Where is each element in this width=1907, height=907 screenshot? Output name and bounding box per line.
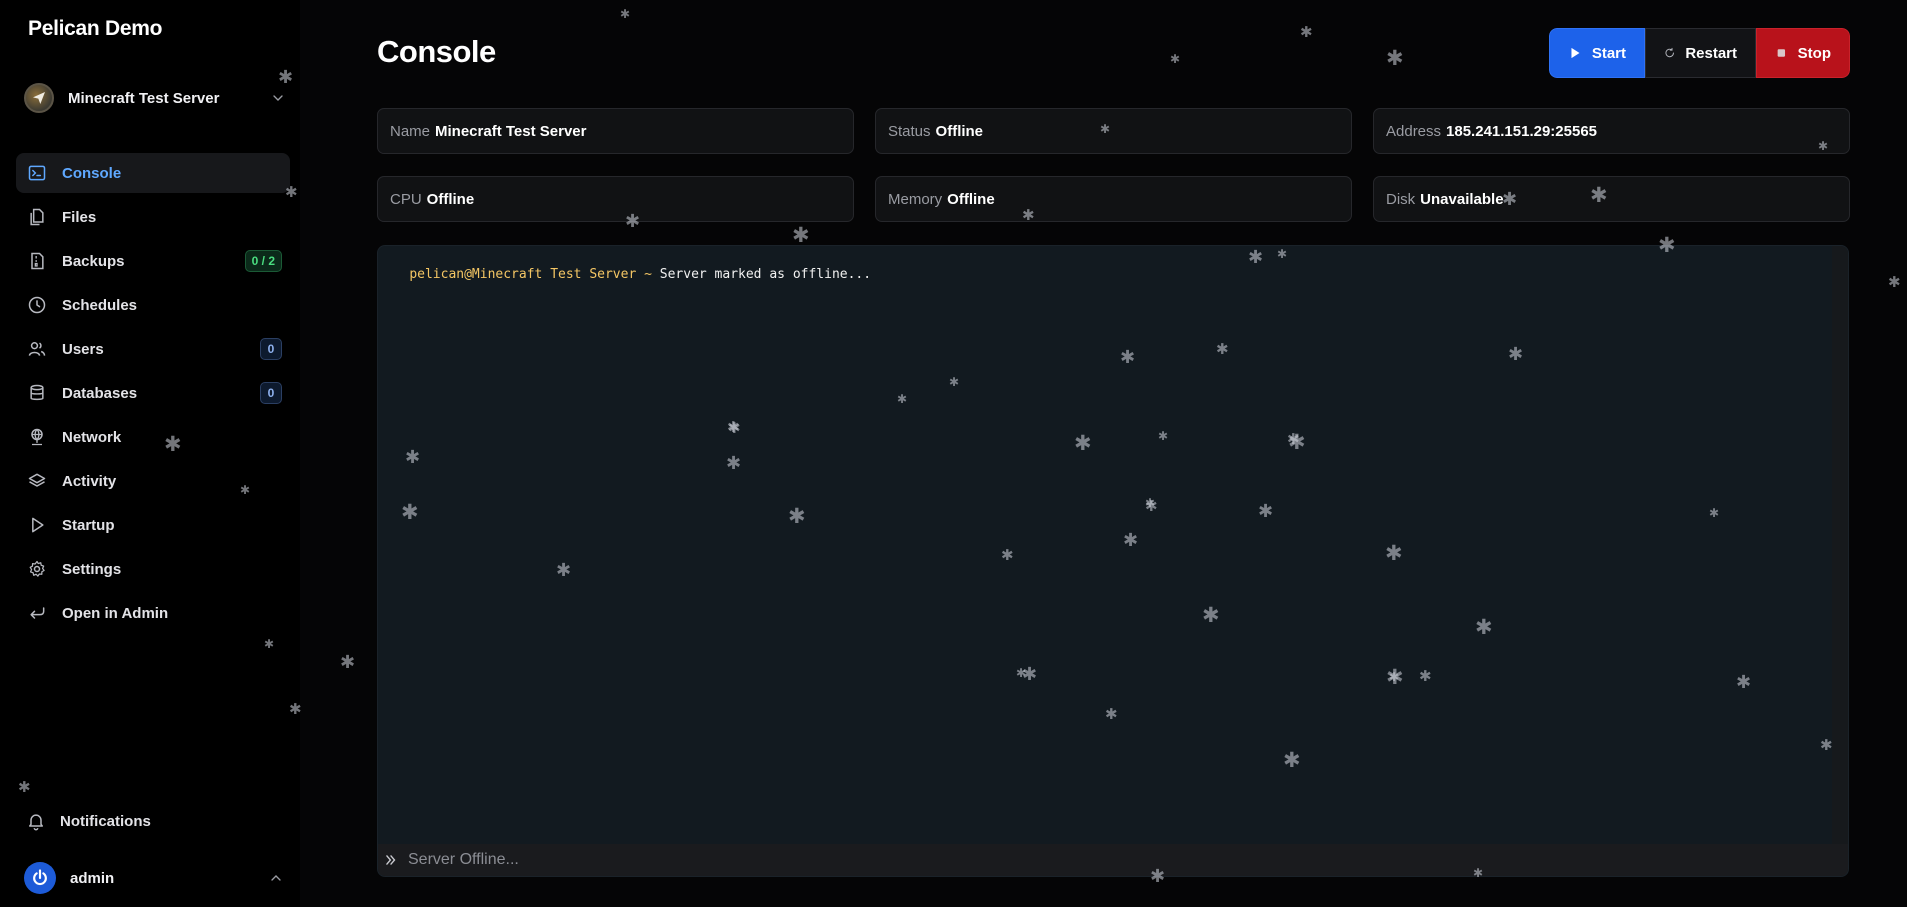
- users-count-badge: 0: [260, 338, 282, 360]
- clock-icon: [26, 294, 48, 316]
- sidebar-item-network[interactable]: Network: [16, 417, 290, 457]
- snowflake-icon: ✱: [1170, 52, 1181, 66]
- user-menu[interactable]: admin: [24, 862, 294, 894]
- files-icon: [26, 206, 48, 228]
- console-output[interactable]: pelican@Minecraft Test Server ~ Server m…: [377, 245, 1849, 877]
- stat-key: Name: [390, 122, 431, 140]
- sidebar-item-label: Startup: [62, 516, 115, 534]
- sidebar-item-console[interactable]: Console: [16, 153, 290, 193]
- power-icon: [33, 869, 47, 886]
- sidebar-item-label: Settings: [62, 560, 122, 578]
- server-avatar: [24, 83, 54, 113]
- layers-icon: [26, 470, 48, 492]
- sidebar-item-label: Databases: [62, 384, 138, 402]
- console-message: Server marked as offline...: [659, 267, 872, 282]
- console-prompt: pelican@Minecraft Test Server ~: [409, 267, 660, 282]
- stat-value: Offline: [426, 190, 475, 208]
- stat-status: Status Offline: [875, 108, 1352, 154]
- restart-icon: [1665, 47, 1674, 58]
- snowflake-icon: ✱: [792, 224, 810, 247]
- network-icon: [26, 426, 48, 448]
- sidebar: Pelican Demo Minecraft Test Server Conso…: [0, 0, 300, 907]
- stop-button[interactable]: Stop: [1756, 28, 1850, 78]
- sidebar-item-schedules[interactable]: Schedules: [16, 285, 290, 325]
- play-icon: [1571, 47, 1580, 59]
- start-button[interactable]: Start: [1549, 28, 1645, 78]
- stat-value[interactable]: 185.241.151.29:25565: [1446, 123, 1597, 140]
- sidebar-item-startup[interactable]: Startup: [16, 505, 290, 545]
- start-label: Start: [1591, 44, 1626, 62]
- notifications-button[interactable]: Notifications: [26, 811, 151, 831]
- users-icon: [26, 338, 48, 360]
- archive-icon: [26, 250, 48, 272]
- stat-name: Name Minecraft Test Server: [377, 108, 854, 154]
- sidebar-item-databases[interactable]: Databases 0: [16, 373, 290, 413]
- stat-key: Address: [1386, 122, 1442, 140]
- sidebar-item-label: Backups: [62, 252, 125, 270]
- page-title: Console: [377, 34, 496, 69]
- user-name: admin: [70, 869, 115, 887]
- snowflake-icon: ✱: [1888, 274, 1901, 291]
- command-input[interactable]: [406, 850, 1806, 870]
- stat-key: Status: [888, 122, 931, 140]
- sidebar-item-backups[interactable]: Backups 0 / 2: [16, 241, 290, 281]
- console-scrollbar[interactable]: [1832, 246, 1848, 846]
- snowflake-icon: ✱: [1386, 47, 1404, 70]
- play-icon: [26, 514, 48, 536]
- sidebar-item-label: Users: [62, 340, 104, 358]
- server-name: Minecraft Test Server: [68, 89, 220, 107]
- paper-plane-icon: [33, 92, 45, 104]
- brand-title[interactable]: Pelican Demo: [28, 17, 162, 41]
- sidebar-item-label: Schedules: [62, 296, 138, 314]
- terminal-icon: [26, 162, 48, 184]
- bell-icon: [29, 814, 43, 831]
- sidebar-item-activity[interactable]: Activity: [16, 461, 290, 501]
- stat-key: Disk: [1386, 190, 1416, 208]
- backups-count-badge: 0 / 2: [244, 250, 282, 272]
- database-icon: [26, 382, 48, 404]
- stat-value: Offline: [947, 190, 995, 208]
- return-icon: [26, 602, 48, 624]
- stat-value: Minecraft Test Server: [435, 122, 587, 140]
- sidebar-nav: Console Files Backups 0 / 2 Schedules Us…: [16, 153, 290, 637]
- sidebar-item-label: Files: [62, 208, 97, 226]
- avatar: [24, 862, 56, 894]
- restart-label: Restart: [1685, 44, 1737, 62]
- snowflake-icon: ✱: [1300, 24, 1313, 41]
- stat-value: Unavailable: [1420, 190, 1504, 208]
- chevrons-right-icon: [386, 855, 396, 865]
- stat-address: Address 185.241.151.29:25565: [1373, 108, 1850, 154]
- server-selector[interactable]: Minecraft Test Server: [24, 80, 296, 116]
- chevron-up-icon: [271, 875, 281, 881]
- notifications-label: Notifications: [60, 812, 151, 830]
- snowflake-icon: ✱: [340, 652, 356, 672]
- sidebar-item-label: Network: [62, 428, 122, 446]
- stat-cpu: CPU Offline: [377, 176, 854, 222]
- stat-value: Offline: [935, 122, 984, 140]
- sidebar-item-label: Activity: [62, 472, 117, 490]
- snowflake-icon: ✱: [620, 7, 631, 21]
- sidebar-item-open-in-admin[interactable]: Open in Admin: [16, 593, 290, 633]
- power-controls: Start Restart Stop: [1549, 28, 1850, 78]
- sidebar-item-settings[interactable]: Settings: [16, 549, 290, 589]
- sidebar-item-files[interactable]: Files: [16, 197, 290, 237]
- gear-icon: [26, 558, 48, 580]
- stat-disk: Disk Unavailable: [1373, 176, 1850, 222]
- stop-label: Stop: [1797, 44, 1831, 62]
- console-line: pelican@Minecraft Test Server ~ Server m…: [378, 252, 871, 297]
- restart-button[interactable]: Restart: [1645, 28, 1756, 78]
- stat-memory: Memory Offline: [875, 176, 1352, 222]
- sidebar-item-users[interactable]: Users 0: [16, 329, 290, 369]
- databases-count-badge: 0: [260, 382, 282, 404]
- stat-key: Memory: [888, 190, 943, 208]
- sidebar-item-label: Open in Admin: [62, 604, 169, 622]
- stat-key: CPU: [390, 190, 422, 208]
- chevron-down-icon: [273, 95, 283, 101]
- command-bar: [378, 844, 1848, 876]
- sidebar-item-label: Console: [62, 164, 122, 182]
- stop-icon: [1777, 49, 1786, 57]
